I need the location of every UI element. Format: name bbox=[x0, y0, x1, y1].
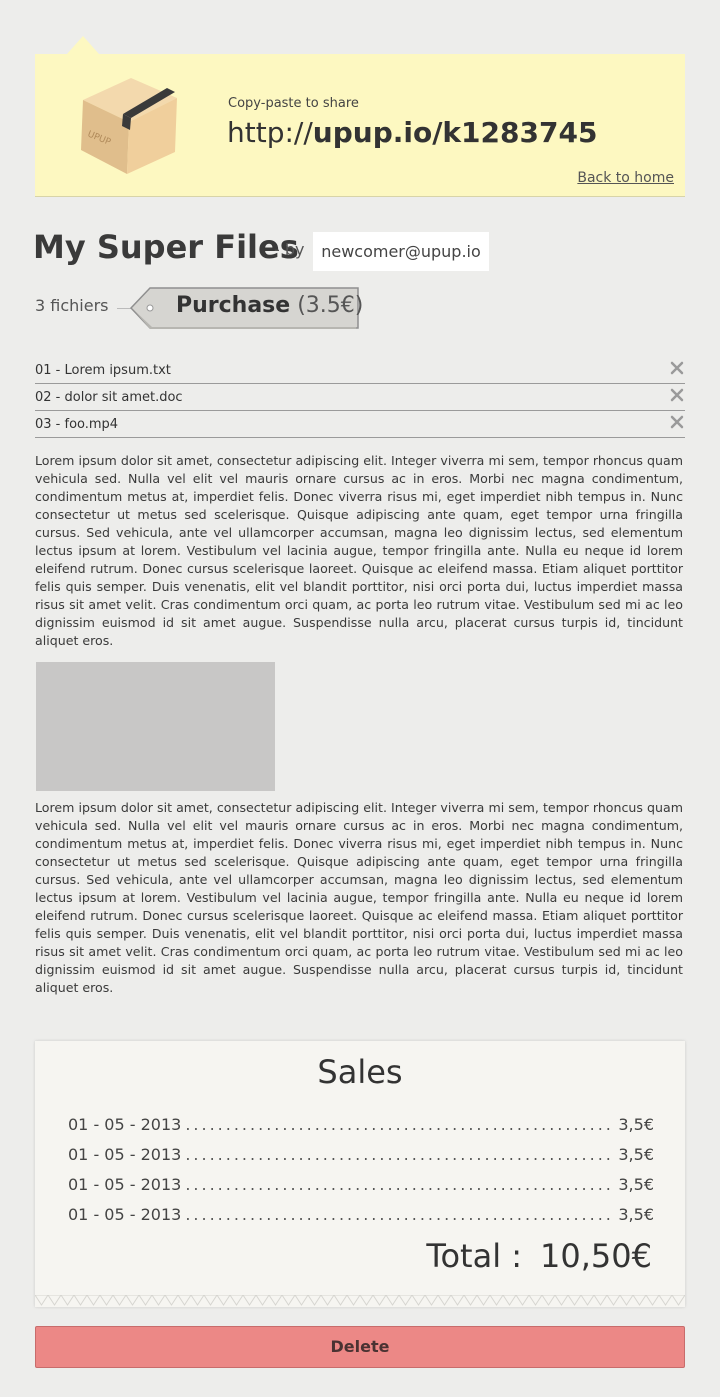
share-label: Copy-paste to share bbox=[228, 96, 359, 111]
share-banner: UPUP Copy-paste to share http://upup.io/… bbox=[35, 36, 685, 197]
total-value: 10,50€ bbox=[540, 1237, 652, 1275]
sale-amount: 3,5€ bbox=[618, 1205, 654, 1224]
sale-date: 01 - 05 - 2013 bbox=[68, 1175, 182, 1194]
page-title: My Super Files bbox=[33, 228, 299, 266]
leader-dots: ........................................… bbox=[185, 1205, 615, 1224]
file-row[interactable]: 01 - Lorem ipsum.txt bbox=[35, 357, 685, 384]
sale-row: 01 - 05 - 2013 .........................… bbox=[68, 1115, 654, 1137]
remove-file-icon[interactable] bbox=[669, 387, 685, 403]
sale-row: 01 - 05 - 2013 .........................… bbox=[68, 1145, 654, 1167]
sale-date: 01 - 05 - 2013 bbox=[68, 1205, 182, 1224]
file-row[interactable]: 02 - dolor sit amet.doc bbox=[35, 384, 685, 411]
sale-date: 01 - 05 - 2013 bbox=[68, 1145, 182, 1164]
leader-dots: ........................................… bbox=[185, 1145, 615, 1164]
sales-title: Sales bbox=[317, 1053, 403, 1091]
file-count: 3 fichiers bbox=[35, 296, 109, 315]
sales-receipt: Sales 01 - 05 - 2013 ...................… bbox=[35, 1041, 685, 1307]
sale-date: 01 - 05 - 2013 bbox=[68, 1115, 182, 1134]
leader-dots: ........................................… bbox=[185, 1175, 615, 1194]
file-name: 02 - dolor sit amet.doc bbox=[35, 390, 183, 405]
purchase-button[interactable]: Purchase (3.5€) bbox=[130, 287, 364, 329]
package-box-icon: UPUP bbox=[81, 78, 177, 174]
sales-total: Total : 10,50€ bbox=[426, 1237, 652, 1275]
sale-amount: 3,5€ bbox=[618, 1115, 654, 1134]
description-paragraph: Lorem ipsum dolor sit amet, consectetur … bbox=[35, 800, 683, 995]
share-url-prefix: http:// bbox=[227, 116, 313, 149]
receipt-torn-edge bbox=[35, 1295, 685, 1306]
remove-file-icon[interactable] bbox=[669, 414, 685, 430]
total-label: Total : bbox=[426, 1237, 523, 1275]
leader-dots: ........................................… bbox=[185, 1115, 615, 1134]
sale-row: 01 - 05 - 2013 .........................… bbox=[68, 1175, 654, 1197]
file-name: 03 - foo.mp4 bbox=[35, 417, 119, 432]
purchase-label: Purchase bbox=[176, 293, 291, 318]
share-url[interactable]: http://upup.io/k1283745 bbox=[227, 116, 597, 149]
file-row[interactable]: 03 - foo.mp4 bbox=[35, 411, 685, 438]
sale-amount: 3,5€ bbox=[618, 1175, 654, 1194]
image-placeholder bbox=[36, 662, 275, 791]
by-label: - by bbox=[274, 240, 305, 259]
sale-amount: 3,5€ bbox=[618, 1145, 654, 1164]
back-home-link[interactable]: Back to home bbox=[577, 170, 674, 186]
description-paragraph: Lorem ipsum dolor sit amet, consectetur … bbox=[35, 453, 683, 648]
purchase-price: (3.5€) bbox=[297, 293, 364, 318]
file-name: 01 - Lorem ipsum.txt bbox=[35, 363, 171, 378]
author-email: newcomer@upup.io bbox=[313, 232, 489, 271]
remove-file-icon[interactable] bbox=[669, 360, 685, 376]
share-url-main: upup.io/k1283745 bbox=[312, 116, 598, 149]
delete-button[interactable]: Delete bbox=[35, 1326, 685, 1368]
sale-row: 01 - 05 - 2013 .........................… bbox=[68, 1205, 654, 1227]
